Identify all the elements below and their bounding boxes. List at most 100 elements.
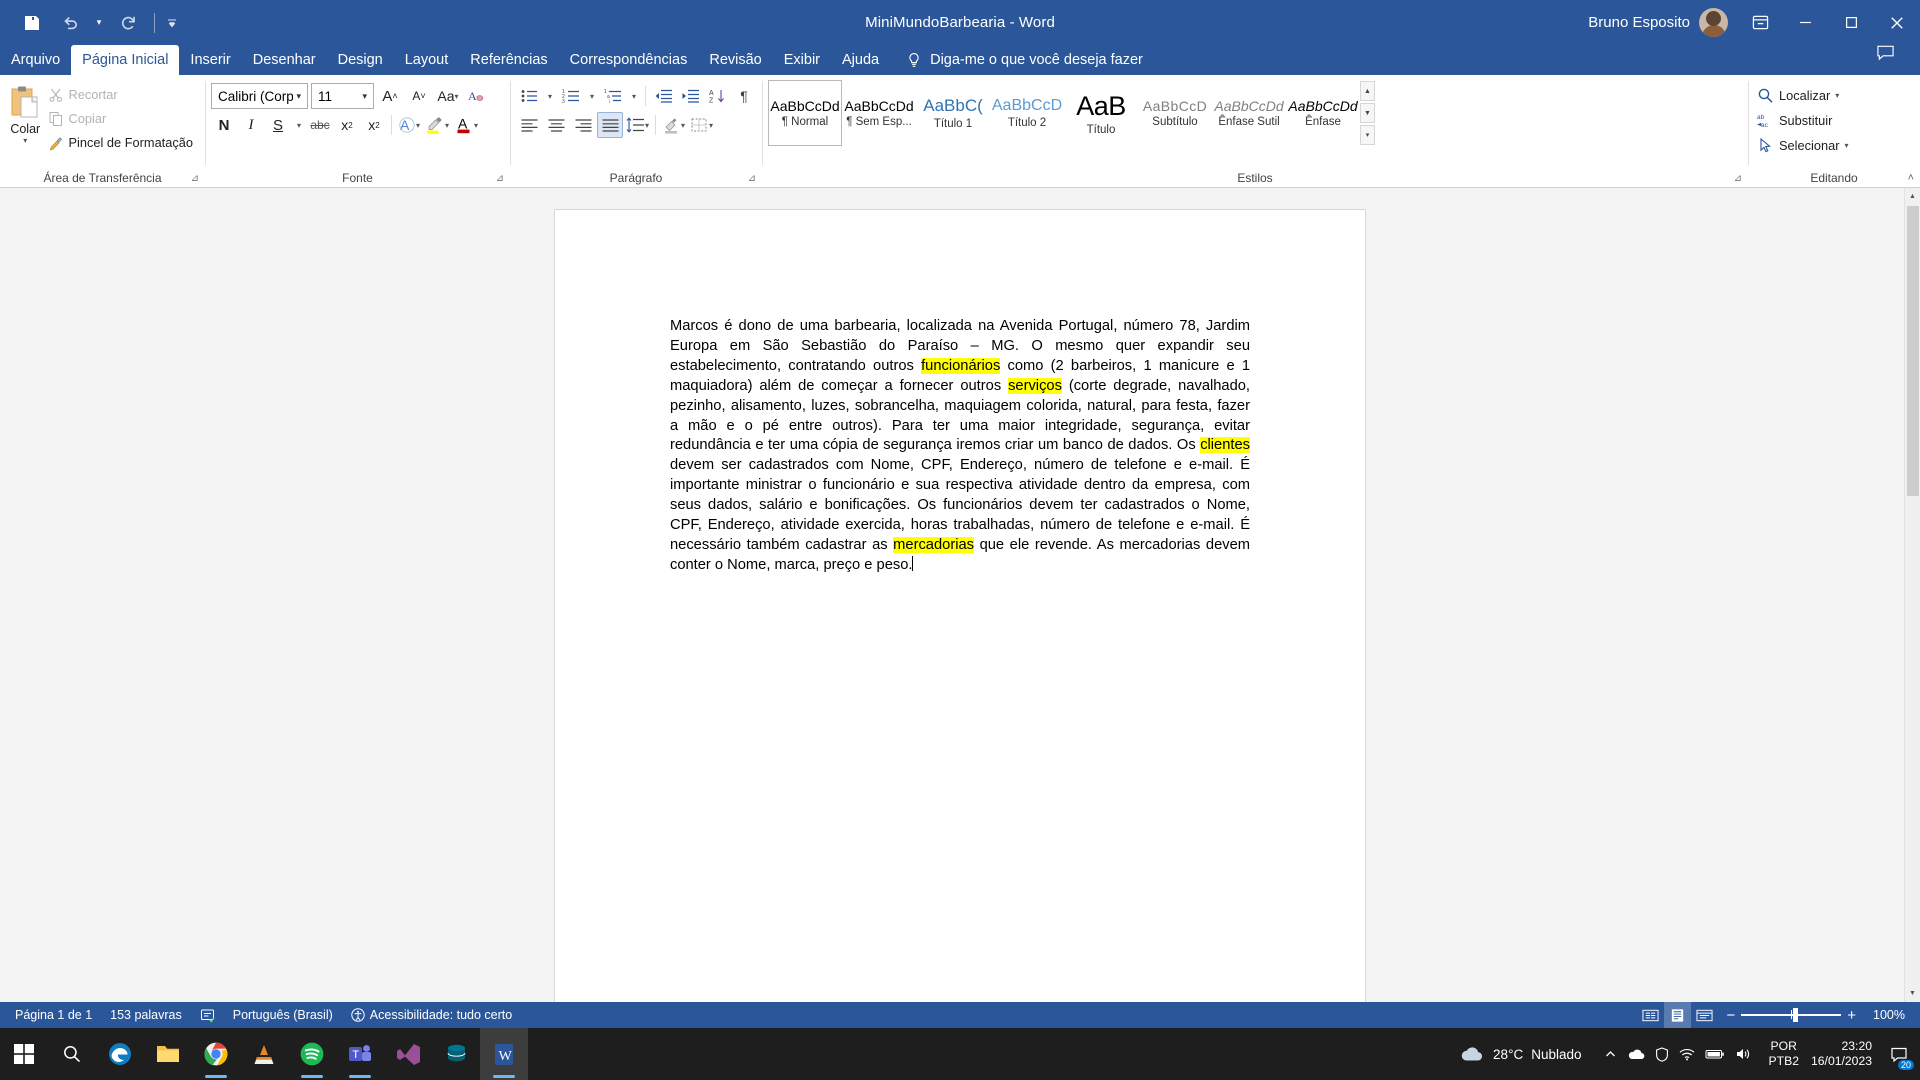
decrease-indent-button[interactable] — [650, 83, 676, 109]
taskbar-app-mysql-workbench[interactable] — [432, 1028, 480, 1080]
taskbar-app-edge[interactable] — [96, 1028, 144, 1080]
customize-qat-icon[interactable] — [163, 7, 181, 39]
zoom-slider[interactable]: − + — [1718, 1007, 1864, 1024]
clear-formatting-button[interactable]: A — [464, 83, 490, 109]
save-button[interactable] — [14, 7, 50, 39]
text-effects-button[interactable]: A ▾ — [396, 112, 422, 138]
redo-button[interactable] — [110, 7, 146, 39]
find-button[interactable]: Localizar ▾ — [1754, 84, 1854, 107]
proofing-icon[interactable] — [191, 1002, 224, 1028]
collapse-ribbon-icon[interactable]: ˄ — [1908, 172, 1914, 184]
chevron-down-icon[interactable]: ▾ — [293, 91, 304, 102]
shading-button[interactable]: ▾ — [660, 112, 687, 138]
tab-correspondencias[interactable]: Correspondências — [559, 45, 699, 75]
taskbar-app-word[interactable]: W — [480, 1028, 528, 1080]
tab-ajuda[interactable]: Ajuda — [831, 45, 890, 75]
taskbar-app-spotify[interactable] — [288, 1028, 336, 1080]
justify-button[interactable] — [597, 112, 623, 138]
web-layout-button[interactable] — [1691, 1002, 1718, 1028]
show-formatting-marks-button[interactable]: ¶ — [731, 83, 757, 109]
paste-dropdown-icon[interactable]: ▾ — [23, 136, 27, 146]
scroll-down-icon[interactable]: ▼ — [1905, 985, 1920, 1002]
read-mode-button[interactable] — [1637, 1002, 1664, 1028]
strikethrough-button[interactable]: abc — [307, 112, 333, 138]
comments-icon[interactable] — [1862, 30, 1908, 75]
tab-pagina-inicial[interactable]: Página Inicial — [71, 45, 180, 75]
select-dropdown-icon[interactable]: ▾ — [1844, 141, 1848, 150]
onedrive-icon[interactable] — [1627, 1047, 1645, 1061]
style-enfase[interactable]: AaBbCcDd Ênfase — [1286, 80, 1360, 146]
page-indicator[interactable]: Página 1 de 1 — [6, 1002, 101, 1028]
font-color-button[interactable]: A ▾ — [452, 112, 480, 138]
tab-inserir[interactable]: Inserir — [179, 45, 241, 75]
sort-button[interactable]: AZ — [704, 83, 730, 109]
clock[interactable]: 23:20 16/01/2023 — [1807, 1039, 1882, 1070]
bullets-button[interactable] — [516, 83, 542, 109]
styles-dialog-launcher[interactable]: ⊿ — [1734, 173, 1742, 184]
document-page[interactable]: Marcos é dono de uma barbearia, localiza… — [555, 210, 1365, 1002]
italic-button[interactable]: I — [238, 112, 264, 138]
tab-design[interactable]: Design — [327, 45, 394, 75]
document-text[interactable]: Marcos é dono de uma barbearia, localiza… — [670, 317, 1250, 576]
bullets-dropdown-icon[interactable]: ▾ — [543, 83, 557, 109]
align-center-button[interactable] — [543, 112, 569, 138]
tab-revisao[interactable]: Revisão — [698, 45, 772, 75]
styles-more-icon[interactable]: ▾ — [1360, 125, 1375, 145]
tab-arquivo[interactable]: Arquivo — [0, 45, 71, 75]
taskbar-app-file-explorer[interactable] — [144, 1028, 192, 1080]
accessibility-indicator[interactable]: Acessibilidade: tudo certo — [342, 1002, 521, 1028]
undo-button[interactable] — [52, 7, 88, 39]
style-subtitulo[interactable]: AaBbCcD Subtítulo — [1138, 80, 1212, 146]
word-count[interactable]: 153 palavras — [101, 1002, 191, 1028]
format-painter-button[interactable]: Pincel de Formatação — [45, 131, 199, 154]
paragraph-dialog-launcher[interactable]: ⊿ — [748, 173, 756, 184]
network-icon[interactable] — [1679, 1047, 1695, 1061]
volume-icon[interactable] — [1735, 1047, 1751, 1061]
tab-referencias[interactable]: Referências — [459, 45, 558, 75]
replace-button[interactable]: ab ac Substituir — [1754, 109, 1854, 132]
cut-button[interactable]: Recortar — [45, 83, 199, 106]
tell-me-box[interactable]: Diga-me o que você deseja fazer — [890, 45, 1153, 75]
font-name-combo[interactable]: Calibri (Corpo ▾ — [211, 83, 308, 109]
style-titulo-1[interactable]: AaBbC( Título 1 — [916, 80, 990, 146]
vertical-scrollbar[interactable]: ▲ ▼ — [1904, 188, 1920, 1002]
shrink-font-button[interactable]: A ˅ — [406, 83, 432, 109]
minimize-button[interactable] — [1782, 0, 1828, 45]
find-dropdown-icon[interactable]: ▾ — [1835, 91, 1839, 100]
style-enfase-sutil[interactable]: AaBbCcDd Ênfase Sutil — [1212, 80, 1286, 146]
highlight-color-button[interactable]: ▾ — [423, 112, 451, 138]
line-spacing-button[interactable]: ▾ — [624, 112, 651, 138]
ribbon-display-options-icon[interactable] — [1738, 0, 1782, 45]
font-dialog-launcher[interactable]: ⊿ — [496, 173, 504, 184]
notifications-button[interactable]: 20 — [1882, 1028, 1916, 1080]
style-titulo-2[interactable]: AaBbCcD Título 2 — [990, 80, 1064, 146]
tab-exibir[interactable]: Exibir — [773, 45, 831, 75]
numbering-button[interactable]: 123 — [558, 83, 584, 109]
subscript-button[interactable]: x2 — [334, 112, 360, 138]
language-indicator[interactable]: Português (Brasil) — [224, 1002, 342, 1028]
taskbar-app-vlc[interactable] — [240, 1028, 288, 1080]
align-right-button[interactable] — [570, 112, 596, 138]
font-size-combo[interactable]: 11 ▾ — [311, 83, 374, 109]
scrollbar-thumb[interactable] — [1906, 206, 1919, 496]
account-area[interactable]: Bruno Esposito — [1588, 8, 1738, 37]
zoom-in-button[interactable]: + — [1847, 1007, 1856, 1024]
styles-scroll-up-icon[interactable]: ▲ — [1360, 81, 1375, 101]
tab-desenhar[interactable]: Desenhar — [242, 45, 327, 75]
copy-button[interactable]: Copiar — [45, 107, 199, 130]
undo-dropdown-icon[interactable]: ▾ — [90, 7, 108, 39]
chevron-down-icon[interactable]: ▾ — [359, 91, 370, 102]
taskbar-app-chrome[interactable] — [192, 1028, 240, 1080]
zoom-track[interactable] — [1741, 1008, 1842, 1022]
taskbar-app-teams[interactable]: T — [336, 1028, 384, 1080]
change-case-button[interactable]: Aa ▾ — [435, 83, 461, 109]
style-titulo[interactable]: AaB Título — [1064, 80, 1138, 146]
zoom-thumb[interactable] — [1793, 1008, 1799, 1022]
superscript-button[interactable]: x2 — [361, 112, 387, 138]
battery-icon[interactable] — [1705, 1048, 1725, 1060]
borders-button[interactable]: ▾ — [688, 112, 715, 138]
multilevel-dropdown-icon[interactable]: ▾ — [627, 83, 641, 109]
start-button[interactable] — [0, 1028, 48, 1080]
style-sem-espacamento[interactable]: AaBbCcDd ¶ Sem Esp... — [842, 80, 916, 146]
grow-font-button[interactable]: A ˄ — [377, 83, 403, 109]
